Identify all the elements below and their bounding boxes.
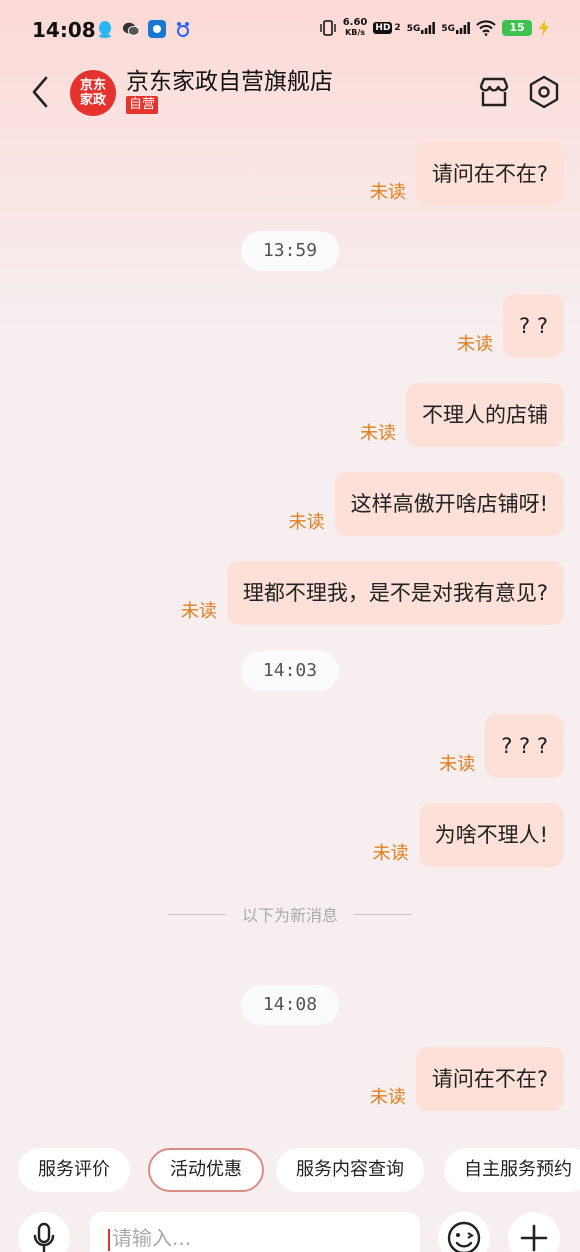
wechat-icon xyxy=(122,20,140,38)
message-bubble[interactable]: ? ? xyxy=(503,294,564,358)
emoji-wink-icon xyxy=(447,1221,481,1252)
unread-status: 未读 xyxy=(369,182,406,203)
store-icon xyxy=(479,77,509,107)
back-button[interactable] xyxy=(22,72,58,112)
baidu-icon xyxy=(174,20,192,38)
unread-status: 未读 xyxy=(288,512,325,533)
message-bubble[interactable]: 理都不理我，是不是对我有意见? xyxy=(226,561,564,625)
signal-label: 5G xyxy=(406,24,421,34)
timestamp: 14:03 xyxy=(241,651,339,691)
status-bar: 14:08 6.60 KB/s HD 2 5G 5G 15 xyxy=(0,0,580,60)
wifi-icon xyxy=(476,20,496,36)
signal-5g-2: 5G xyxy=(441,22,470,34)
net-speed: 6.60 KB/s xyxy=(343,18,368,38)
voice-button[interactable] xyxy=(18,1212,70,1252)
message-row: 未读 ? ? ? xyxy=(439,714,564,778)
input-placeholder: 请输入... xyxy=(112,1226,192,1250)
signal-bars-icon xyxy=(421,22,436,34)
message-row: 未读 理都不理我，是不是对我有意见? xyxy=(181,561,564,625)
chevron-left-icon xyxy=(32,76,48,108)
text-caret xyxy=(108,1228,110,1251)
battery-indicator: 15 xyxy=(502,20,532,36)
unread-status: 未读 xyxy=(180,601,217,622)
hd-label: HD xyxy=(375,23,391,33)
status-time: 14:08 xyxy=(32,18,96,42)
logo-text-line1: 京东 xyxy=(79,78,106,93)
signal-label: 5G xyxy=(441,24,455,34)
new-message-divider: 以下为新消息 xyxy=(168,902,413,926)
vibrate-icon xyxy=(320,20,336,36)
message-bubble[interactable]: 请问在不在? xyxy=(415,1047,564,1111)
unread-status: 未读 xyxy=(360,423,396,444)
more-button[interactable] xyxy=(508,1212,560,1252)
unread-status: 未读 xyxy=(372,843,409,864)
net-speed-unit: KB/s xyxy=(345,28,366,37)
unread-status: 未读 xyxy=(369,1087,406,1108)
app-icon xyxy=(148,20,166,38)
system-indicators: 6.60 KB/s HD 2 5G 5G 15 xyxy=(319,18,550,38)
unread-status: 未读 xyxy=(457,334,494,355)
charging-icon xyxy=(539,20,549,36)
message-row: 未读 请问在不在? xyxy=(370,1047,564,1111)
input-bar: 请输入... xyxy=(0,1206,580,1252)
message-row: 未读 请问在不在? xyxy=(370,142,564,206)
shop-logo[interactable]: 京东 家政 xyxy=(70,70,116,116)
shop-name[interactable]: 京东家政自营旗舰店 xyxy=(126,62,333,96)
quick-reply-self-booking[interactable]: 自主服务预约 xyxy=(444,1148,580,1192)
message-bubble[interactable]: 为啥不理人! xyxy=(418,803,564,867)
divider-line xyxy=(354,913,413,915)
unread-status: 未读 xyxy=(439,754,476,775)
hd-voice-icon: HD xyxy=(373,22,393,34)
message-row: 未读 不理人的店铺 xyxy=(360,383,564,447)
self-operated-badge: 自营 xyxy=(126,96,159,114)
message-input[interactable]: 请输入... xyxy=(90,1212,420,1252)
message-bubble[interactable]: 不理人的店铺 xyxy=(406,383,564,447)
timestamp: 13:59 xyxy=(241,231,339,271)
notification-icons xyxy=(96,20,192,38)
hd-sub: 2 xyxy=(394,23,401,33)
timestamp: 14:08 xyxy=(241,985,339,1025)
logo-text-line2: 家政 xyxy=(79,93,106,108)
divider-line xyxy=(168,913,226,915)
settings-hexagon-icon xyxy=(529,75,559,109)
message-row: 未读 为啥不理人! xyxy=(373,803,564,867)
signal-bars-icon xyxy=(456,22,470,34)
quick-reply-service-query[interactable]: 服务内容查询 xyxy=(276,1148,424,1192)
settings-button[interactable] xyxy=(526,74,562,110)
divider-label: 以下为新消息 xyxy=(242,906,339,925)
message-row: 未读 这样高傲开啥店铺呀! xyxy=(289,472,564,536)
plus-icon xyxy=(520,1224,548,1252)
message-bubble[interactable]: 这样高傲开啥店铺呀! xyxy=(334,472,564,536)
qq-icon xyxy=(96,20,114,38)
quick-reply-bar[interactable]: 服务评价 活动优惠 服务内容查询 自主服务预约 xyxy=(18,1148,580,1194)
message-bubble[interactable]: ? ? ? xyxy=(485,714,564,778)
message-bubble[interactable]: 请问在不在? xyxy=(415,142,564,206)
net-speed-value: 6.60 xyxy=(342,17,368,28)
quick-reply-promotions[interactable]: 活动优惠 xyxy=(148,1148,264,1192)
chat-header: 京东 家政 京东家政自营旗舰店 自营 xyxy=(0,60,580,130)
signal-5g-1: 5G xyxy=(407,22,436,34)
store-button[interactable] xyxy=(476,74,512,110)
emoji-button[interactable] xyxy=(438,1212,490,1252)
message-row: 未读 ? ? xyxy=(457,294,564,358)
quick-reply-service-review[interactable]: 服务评价 xyxy=(18,1148,130,1192)
microphone-icon xyxy=(33,1222,55,1252)
